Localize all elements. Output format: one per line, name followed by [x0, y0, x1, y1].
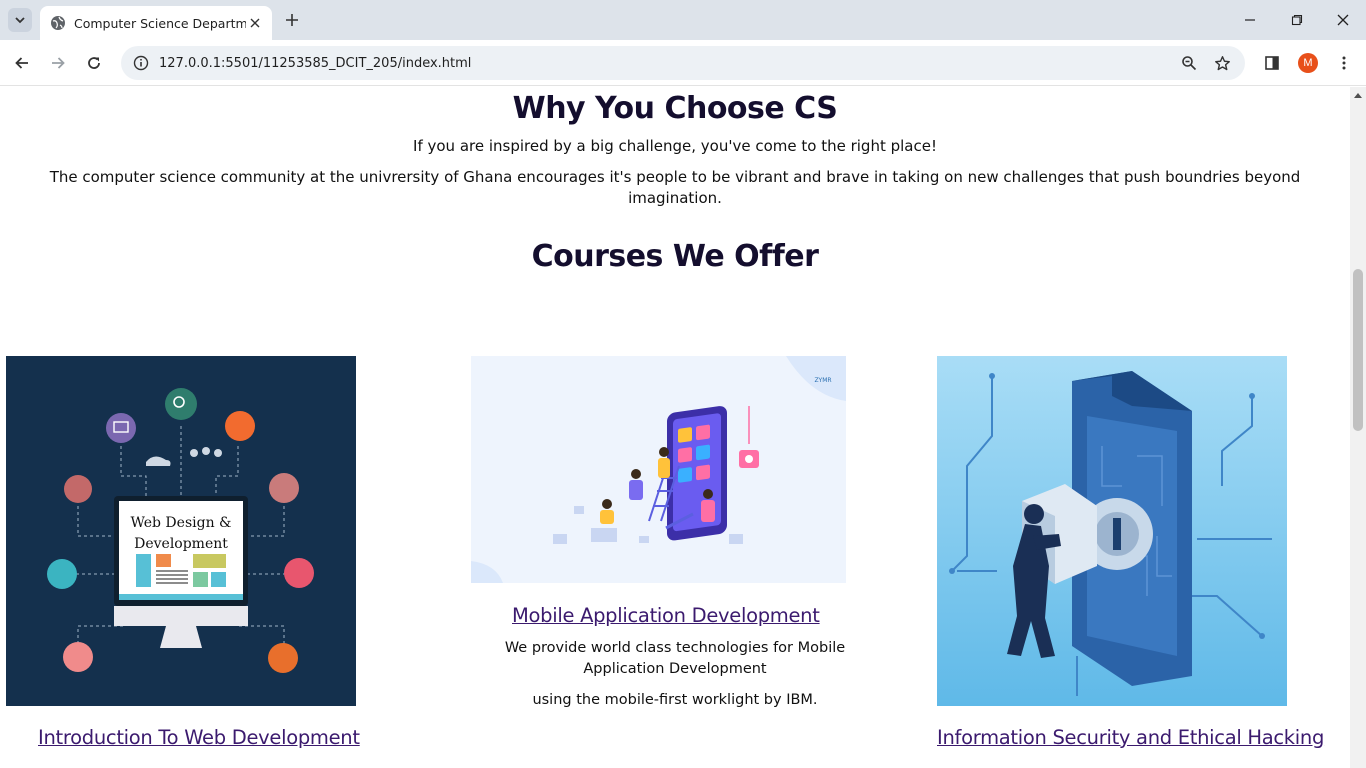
zymr-logo: ZYMR: [814, 377, 831, 384]
browser-toolbar: 127.0.0.1:5501/11253585_DCIT_205/index.h…: [0, 40, 1366, 86]
url-text[interactable]: 127.0.0.1:5501/11253585_DCIT_205/index.h…: [159, 56, 471, 71]
web-image-caption-1: Web Design &: [130, 515, 231, 531]
web-development-image: Web Design & Development: [6, 356, 356, 706]
mobile-course-description-2: using the mobile-first worklight by IBM.: [532, 692, 818, 708]
browser-tab[interactable]: Computer Science Department: [40, 6, 272, 40]
course-link-security[interactable]: Information Security and Ethical Hacking: [937, 726, 1324, 749]
arrow-right-icon[interactable]: [46, 51, 70, 75]
page-viewport: Why You Choose CS If you are inspired by…: [0, 87, 1350, 768]
tab-strip: Computer Science Department: [0, 0, 1366, 40]
mobile-development-image: ZYMR: [471, 356, 846, 583]
minimize-icon[interactable]: [1238, 8, 1262, 32]
courses-heading: Courses We Offer: [531, 239, 819, 274]
scrollbar-thumb[interactable]: [1353, 269, 1363, 431]
course-link-mobile-development[interactable]: Mobile Application Development: [512, 604, 820, 627]
kebab-menu-icon[interactable]: [1332, 51, 1356, 75]
window-close-icon[interactable]: [1331, 8, 1355, 32]
why-heading: Why You Choose CS: [512, 91, 838, 126]
scroll-up-icon[interactable]: [1354, 93, 1362, 98]
arrow-left-icon[interactable]: [10, 51, 34, 75]
info-icon[interactable]: [133, 55, 149, 71]
course-link-web-development[interactable]: Introduction To Web Development: [38, 726, 360, 749]
security-image: [937, 356, 1287, 706]
star-icon[interactable]: [1212, 53, 1232, 73]
plus-icon[interactable]: [281, 9, 303, 31]
tab-search-button[interactable]: [8, 8, 32, 32]
side-panel-icon[interactable]: [1260, 51, 1284, 75]
mobile-course-description: We provide world class technologies for …: [504, 640, 846, 677]
avatar[interactable]: M: [1298, 53, 1318, 73]
tab-title: Computer Science Department: [74, 15, 246, 31]
restore-icon[interactable]: [1285, 8, 1309, 32]
zoom-icon[interactable]: [1179, 53, 1199, 73]
globe-icon: [51, 16, 65, 30]
close-icon[interactable]: [246, 14, 264, 32]
page-scrollbar[interactable]: [1350, 87, 1366, 768]
address-bar[interactable]: 127.0.0.1:5501/11253585_DCIT_205/index.h…: [121, 46, 1245, 80]
reload-icon[interactable]: [82, 51, 106, 75]
web-image-caption-2: Development: [134, 536, 228, 552]
why-body-text: The computer science community at the un…: [49, 168, 1301, 207]
chevron-down-icon: [15, 17, 25, 24]
why-intro-text: If you are inspired by a big challenge, …: [413, 137, 937, 155]
